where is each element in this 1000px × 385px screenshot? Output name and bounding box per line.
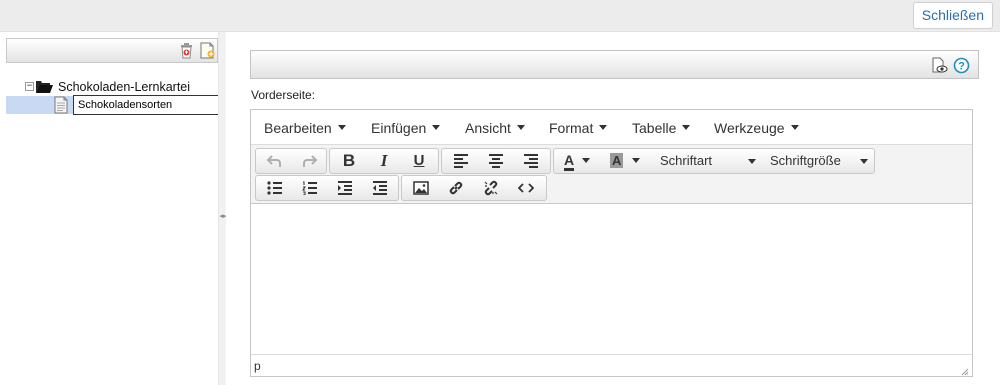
- new-card-icon[interactable]: [199, 42, 216, 59]
- resize-grip-icon[interactable]: [961, 365, 969, 376]
- outdent-icon: [373, 181, 387, 195]
- redo-icon: [303, 155, 318, 167]
- insert-group: [401, 175, 547, 201]
- editor-header: ?: [250, 50, 979, 79]
- unlink-icon: [484, 180, 498, 196]
- menu-table[interactable]: Tabelle: [632, 120, 691, 136]
- top-bar: Schließen: [0, 0, 1000, 32]
- align-center-icon: [489, 154, 503, 168]
- menu-edit[interactable]: Bearbeiten: [264, 120, 346, 136]
- chevron-down-icon: [432, 125, 441, 130]
- chevron-down-icon: [790, 125, 799, 130]
- font-size-select[interactable]: Schriftgröße: [770, 149, 874, 173]
- close-button[interactable]: Schließen: [912, 2, 993, 29]
- element-path[interactable]: p: [254, 359, 261, 373]
- chevron-down-icon: [516, 125, 525, 130]
- menu-view[interactable]: Ansicht: [465, 120, 525, 136]
- text-style-group: B I U: [329, 148, 439, 174]
- chevron-down-icon: [860, 159, 868, 164]
- outdent-button[interactable]: [363, 176, 397, 200]
- rich-text-editor: Bearbeiten Einfügen Ansicht Format Tabel…: [250, 109, 973, 377]
- menu-tools[interactable]: Werkzeuge: [714, 120, 799, 136]
- numbered-list-button[interactable]: [293, 176, 327, 200]
- code-icon: [517, 183, 535, 193]
- collapse-toggle[interactable]: −: [25, 82, 34, 91]
- tree-toolbar: [6, 38, 218, 63]
- card-tree: − Schokoladen-Lernkartei: [6, 78, 219, 115]
- help-icon[interactable]: ?: [953, 57, 970, 74]
- preview-icon[interactable]: [931, 57, 948, 74]
- unlink-button[interactable]: [474, 176, 508, 200]
- source-code-button[interactable]: [509, 176, 543, 200]
- text-color-icon: A: [564, 153, 575, 171]
- menu-insert[interactable]: Einfügen: [371, 120, 441, 136]
- link-button[interactable]: [439, 176, 473, 200]
- text-color-button[interactable]: A: [558, 149, 602, 173]
- background-color-button[interactable]: A: [604, 149, 648, 173]
- menu-format[interactable]: Format: [549, 120, 608, 136]
- undo-button[interactable]: [257, 149, 291, 173]
- undo-icon: [266, 155, 281, 167]
- chevron-down-icon: [631, 158, 640, 163]
- editor-toolbar: B I U A A Schriftart Schriftgröße: [251, 145, 972, 204]
- bullet-list-button[interactable]: [258, 176, 292, 200]
- chevron-down-icon: [599, 125, 608, 130]
- document-icon: [53, 96, 69, 114]
- indent-button[interactable]: [328, 176, 362, 200]
- trash-icon[interactable]: [178, 42, 195, 59]
- underline-button[interactable]: U: [402, 149, 436, 173]
- tree-root-label: Schokoladen-Lernkartei: [58, 80, 191, 94]
- svg-text:?: ?: [958, 61, 965, 73]
- indent-icon: [338, 181, 352, 195]
- background-color-icon: A: [610, 153, 624, 168]
- bullet-list-icon: [267, 181, 282, 195]
- align-right-icon: [524, 154, 538, 168]
- splitter-grip-icon[interactable]: ◂▸: [219, 213, 227, 221]
- image-button[interactable]: [404, 176, 438, 200]
- panel-splitter[interactable]: ◂▸: [218, 32, 227, 385]
- redo-button[interactable]: [293, 149, 327, 173]
- align-left-icon: [454, 154, 468, 168]
- align-left-button[interactable]: [444, 149, 478, 173]
- italic-button[interactable]: I: [367, 149, 401, 173]
- rename-input[interactable]: [73, 95, 219, 115]
- chevron-down-icon: [582, 158, 591, 163]
- font-family-select[interactable]: Schriftart: [660, 149, 760, 173]
- align-group: [441, 148, 551, 174]
- numbered-list-icon: [302, 181, 317, 196]
- editor-statusbar: p: [251, 354, 972, 376]
- tree-root-row[interactable]: − Schokoladen-Lernkartei: [6, 78, 218, 96]
- chevron-down-icon: [682, 125, 691, 130]
- align-right-button[interactable]: [514, 149, 548, 173]
- chevron-down-icon: [337, 125, 346, 130]
- font-group: A A Schriftart Schriftgröße: [553, 148, 875, 174]
- editor-content[interactable]: [251, 204, 972, 354]
- list-group: [255, 175, 399, 201]
- front-side-label: Vorderseite:: [251, 88, 316, 102]
- link-icon: [449, 181, 463, 195]
- history-group: [255, 148, 327, 174]
- bold-button[interactable]: B: [332, 149, 366, 173]
- image-icon: [413, 181, 429, 195]
- folder-open-icon: [35, 79, 54, 94]
- chevron-down-icon: [748, 159, 756, 164]
- tree-child-row[interactable]: [6, 95, 219, 115]
- align-center-button[interactable]: [479, 149, 513, 173]
- editor-menubar: Bearbeiten Einfügen Ansicht Format Tabel…: [251, 110, 972, 145]
- left-panel: − Schokoladen-Lernkartei: [0, 32, 219, 385]
